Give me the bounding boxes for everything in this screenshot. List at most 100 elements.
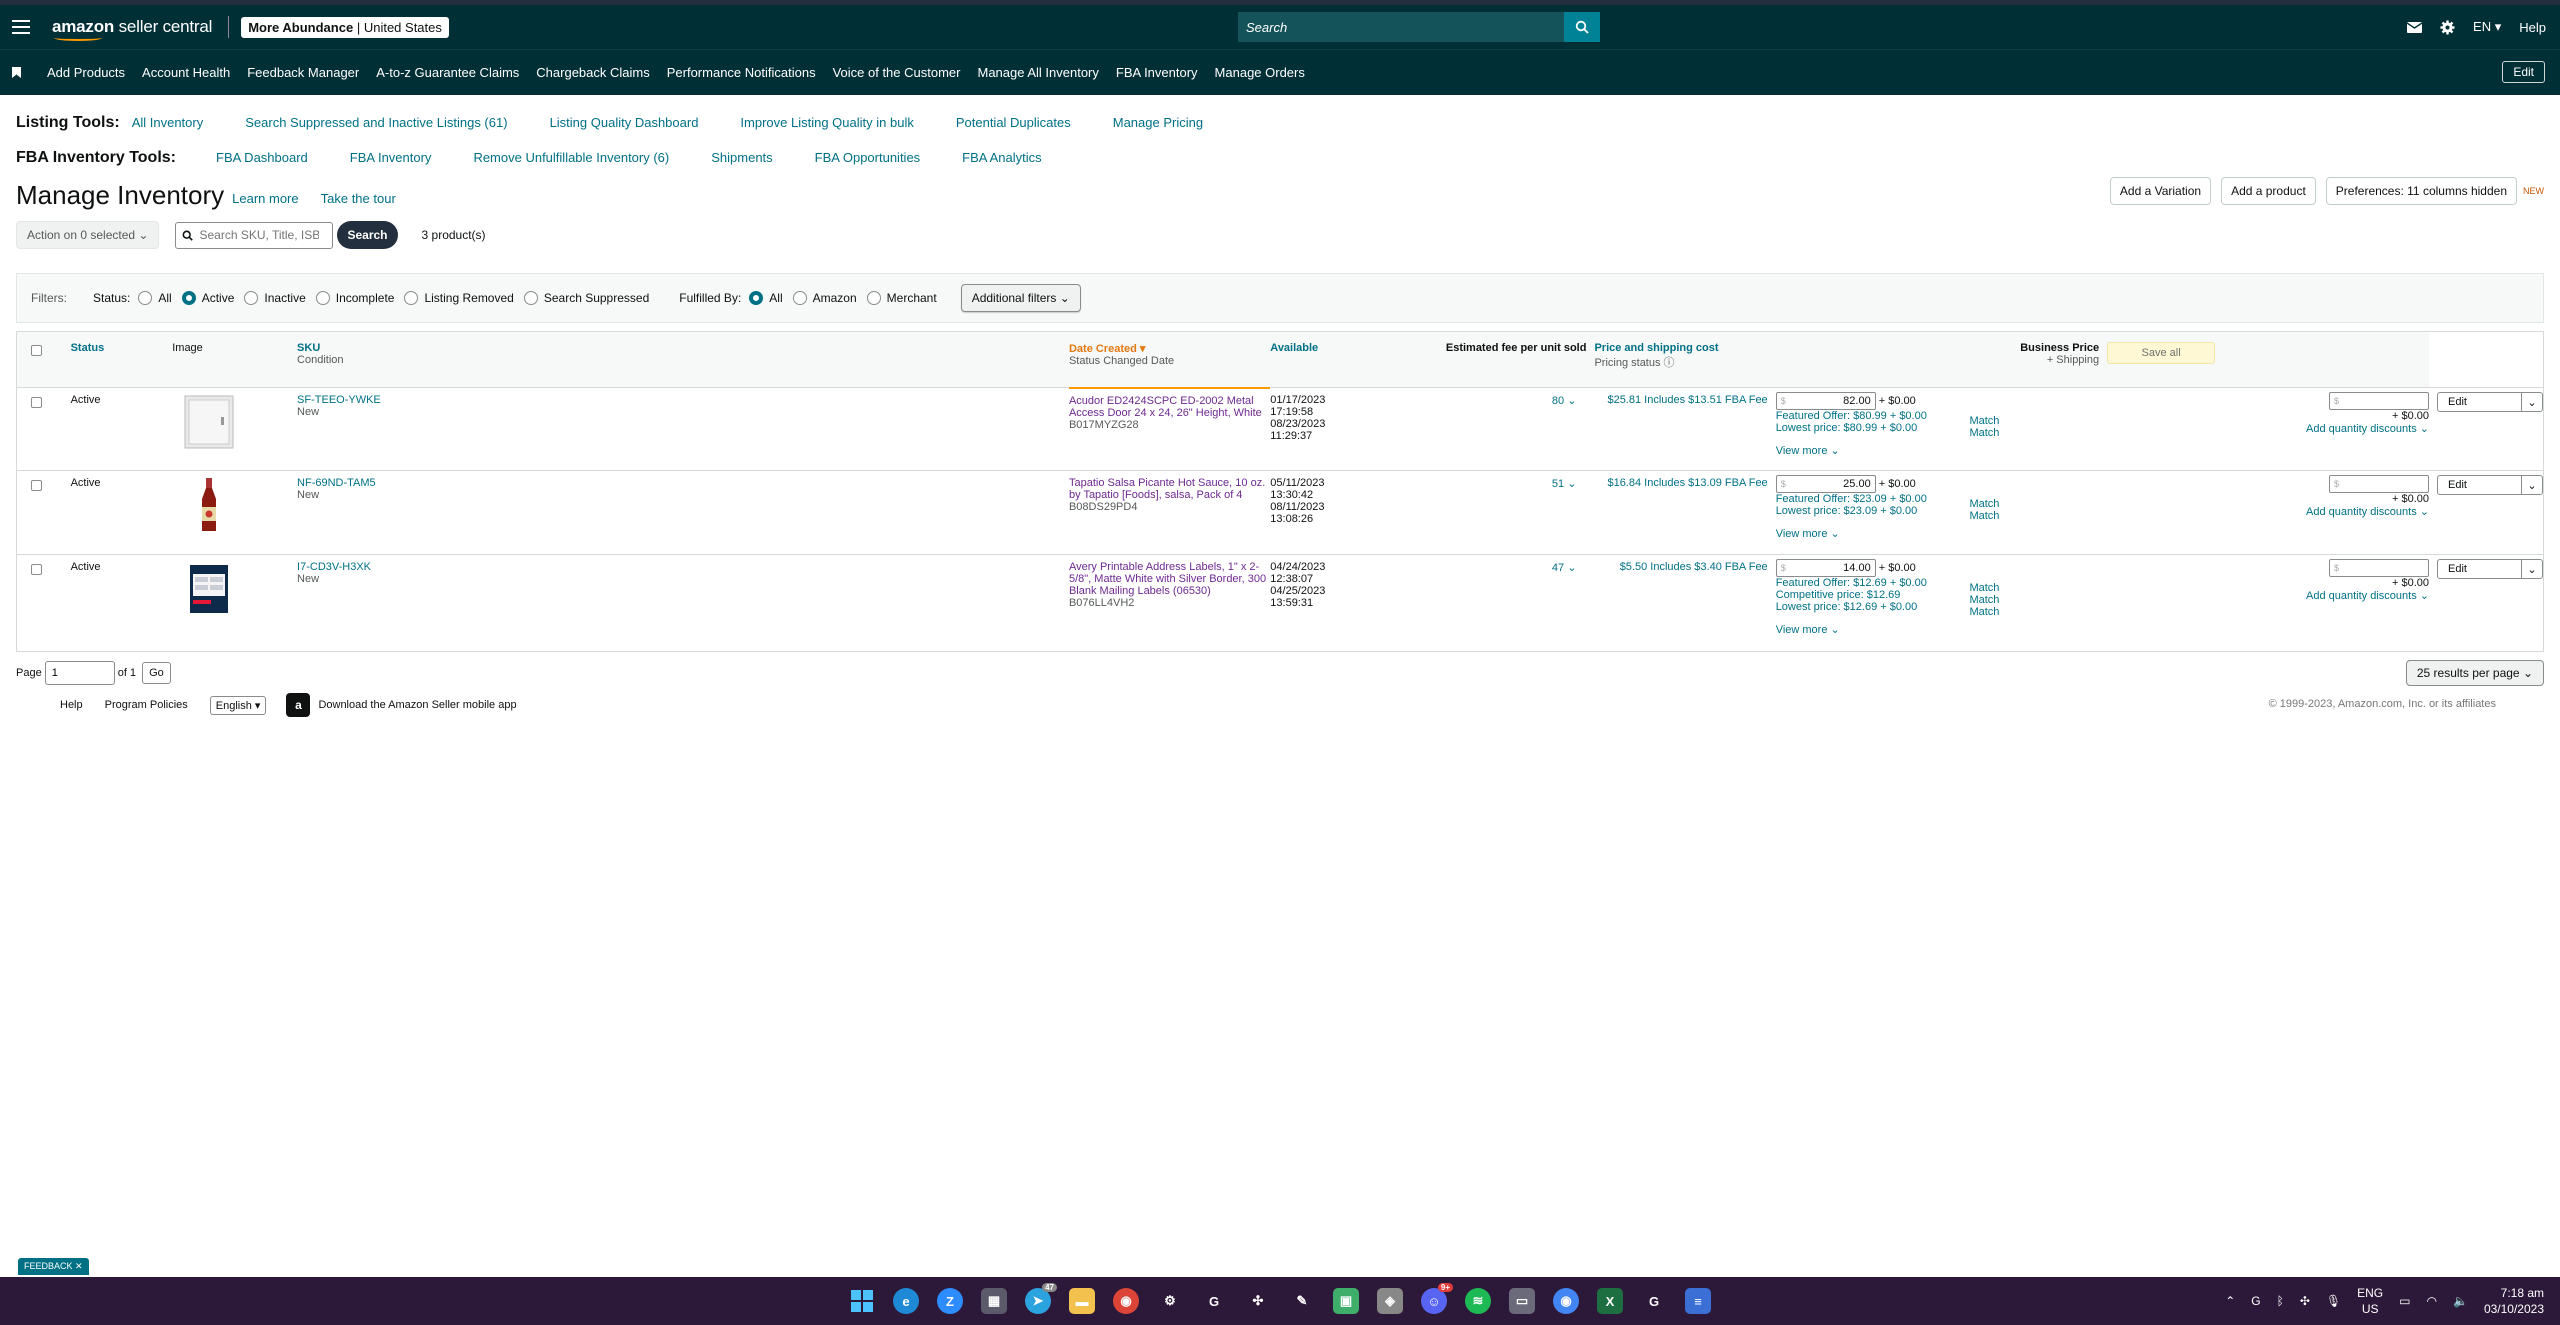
available-quantity[interactable]: 51 (1552, 478, 1564, 490)
discord-icon[interactable]: ☺ 9+ (1421, 1283, 1453, 1314)
edit-dropdown-chevron-icon[interactable]: ⌄ (2522, 560, 2542, 578)
add-variation-button[interactable]: Add a Variation (2109, 177, 2212, 205)
bulk-action-dropdown[interactable]: Action on 0 selected ⌄ (16, 221, 160, 249)
notepad-icon[interactable]: ≡ (1685, 1288, 1711, 1314)
link-potential-duplicates[interactable]: Potential Duplicates (956, 115, 1071, 130)
business-price-input[interactable]: $ (2329, 392, 2429, 410)
app-g2-icon[interactable]: G (1641, 1288, 1667, 1314)
price-input[interactable]: $25.00 (1775, 475, 1876, 493)
product-name-link[interactable]: Acudor ED2424SCPC ED-2002 Metal Access D… (1069, 395, 1270, 419)
mail-icon[interactable] (2407, 21, 2423, 33)
take-tour-link[interactable]: Take the tour (321, 191, 396, 206)
footer-program-policies-link[interactable]: Program Policies (105, 699, 188, 711)
results-per-page-dropdown[interactable]: 25 results per page ⌄ (2405, 660, 2544, 686)
feedback-tab[interactable]: FEEDBACK ✕ (18, 1258, 89, 1275)
link-fba-dashboard[interactable]: FBA Dashboard (216, 150, 308, 165)
menu-icon[interactable] (12, 20, 30, 34)
link-all-inventory[interactable]: All Inventory (132, 115, 204, 130)
telegram-icon[interactable]: ➤ 47 (1025, 1283, 1057, 1314)
chrome-profile-icon[interactable]: ◉ (1553, 1288, 1579, 1314)
add-product-button[interactable]: Add a product (2221, 177, 2316, 205)
match-featured-button[interactable]: Match (1969, 415, 2099, 427)
link-remove-unfulfillable[interactable]: Remove Unfulfillable Inventory (6) (473, 150, 669, 165)
footer-language-select[interactable]: English ▾ (209, 695, 267, 715)
link-improve-listing-quality[interactable]: Improve Listing Quality in bulk (740, 115, 913, 130)
match-lowest-button[interactable]: Match (1969, 427, 2099, 439)
add-quantity-discounts-link[interactable]: Add quantity discounts ⌄ (2099, 505, 2429, 518)
status-radio-listing-removed[interactable]: Listing Removed (404, 291, 514, 305)
learn-more-link[interactable]: Learn more (232, 191, 298, 206)
nav-manage-orders[interactable]: Manage Orders (1215, 65, 1305, 80)
link-fba-inventory[interactable]: FBA Inventory (350, 150, 432, 165)
edit-button[interactable]: Edit (2438, 393, 2522, 411)
help-link[interactable]: Help (2519, 20, 2546, 35)
product-image[interactable] (184, 561, 234, 617)
global-search-input[interactable] (1238, 12, 1564, 42)
available-quantity[interactable]: 80 (1552, 395, 1564, 407)
nav-edit-button[interactable]: Edit (2502, 61, 2545, 83)
steam-icon[interactable]: ⚙ (1157, 1288, 1183, 1314)
status-radio-search-suppressed[interactable]: Search Suppressed (523, 291, 649, 305)
business-price-input[interactable]: $ (2329, 559, 2429, 577)
select-all-checkbox[interactable] (31, 345, 42, 356)
fee-link[interactable]: $5.50 Includes $3.40 FBA Fee (1594, 555, 1775, 652)
link-search-suppressed[interactable]: Search Suppressed and Inactive Listings … (245, 115, 507, 130)
save-all-button[interactable]: Save all (2107, 342, 2216, 364)
header-price[interactable]: Price and shipping cost (1594, 342, 1775, 354)
link-fba-analytics[interactable]: FBA Analytics (962, 150, 1041, 165)
status-radio-incomplete[interactable]: Incomplete (315, 291, 394, 305)
nav-feedback-manager[interactable]: Feedback Manager (247, 65, 359, 80)
green-app-icon[interactable]: ▣ (1333, 1288, 1359, 1314)
add-quantity-discounts-link[interactable]: Add quantity discounts ⌄ (2099, 422, 2429, 435)
search-button[interactable]: Search (337, 221, 398, 249)
view-more-link[interactable]: View more ⌄ (1776, 527, 1970, 540)
product-image[interactable] (184, 477, 234, 533)
calculator-icon[interactable]: ▦ (981, 1288, 1007, 1314)
app-g-icon[interactable]: G (1201, 1288, 1227, 1314)
match-featured-button[interactable]: Match (1969, 582, 2099, 594)
clock[interactable]: 7:18 am 03/10/2023 (2484, 1285, 2544, 1317)
fee-link[interactable]: $25.81 Includes $13.51 FBA Fee (1594, 388, 1775, 471)
chrome-icon[interactable]: ◉ (1113, 1288, 1139, 1314)
nav-a-to-z-claims[interactable]: A-to-z Guarantee Claims (376, 65, 519, 80)
add-quantity-discounts-link[interactable]: Add quantity discounts ⌄ (2099, 589, 2429, 602)
zoom-icon[interactable]: Z (937, 1288, 963, 1314)
language-selector[interactable]: EN ▾ (2473, 19, 2501, 35)
product-name-link[interactable]: Avery Printable Address Labels, 1" x 2-5… (1069, 561, 1270, 597)
view-more-link[interactable]: View more ⌄ (1776, 444, 1970, 457)
status-radio-all[interactable]: All (138, 291, 172, 305)
file-explorer-icon[interactable]: ▬ (1069, 1288, 1095, 1314)
edit-button[interactable]: Edit (2438, 560, 2522, 578)
wifi-icon[interactable]: ◠ (2427, 1294, 2437, 1308)
window-app-icon[interactable]: ▭ (1509, 1288, 1535, 1314)
seller-central-logo[interactable]: amazon seller central (52, 17, 212, 41)
footer-help-link[interactable]: Help (60, 699, 83, 711)
sku-link[interactable]: SF-TEEO-YWKE (297, 394, 1069, 406)
page-number-input[interactable] (44, 661, 115, 685)
match-lowest-button[interactable]: Match (1969, 510, 2099, 522)
spotify-icon[interactable]: ≋ (1465, 1288, 1491, 1314)
fulfilled-radio-merchant[interactable]: Merchant (866, 291, 937, 305)
row-checkbox[interactable] (31, 564, 42, 575)
link-fba-opportunities[interactable]: FBA Opportunities (815, 150, 921, 165)
go-button[interactable]: Go (142, 662, 171, 684)
close-icon[interactable]: ✕ (75, 1261, 83, 1271)
view-more-link[interactable]: View more ⌄ (1776, 623, 1970, 636)
pinwheel-tray-icon[interactable]: ✣ (2300, 1294, 2310, 1308)
row-checkbox[interactable] (31, 397, 42, 408)
match-competitive-button[interactable]: Match (1969, 594, 2099, 606)
pinwheel-app-icon[interactable]: ✣ (1245, 1288, 1271, 1314)
header-available[interactable]: Available (1270, 342, 1358, 354)
header-date-created[interactable]: Date Created ▾ (1069, 342, 1270, 355)
match-lowest-button[interactable]: Match (1969, 606, 2099, 618)
product-image[interactable] (184, 394, 234, 450)
edit-dropdown-chevron-icon[interactable]: ⌄ (2522, 476, 2542, 494)
bookmark-icon[interactable] (12, 67, 21, 78)
bluetooth-icon[interactable]: ᛒ (2277, 1294, 2284, 1308)
windows-start-icon[interactable] (849, 1288, 875, 1314)
sku-search-input[interactable] (199, 228, 320, 242)
header-status[interactable]: Status (71, 342, 171, 354)
monitor-icon[interactable]: ▭ (2399, 1294, 2410, 1308)
amazon-app-icon[interactable]: a (286, 693, 311, 717)
nav-performance-notifications[interactable]: Performance Notifications (667, 65, 816, 80)
